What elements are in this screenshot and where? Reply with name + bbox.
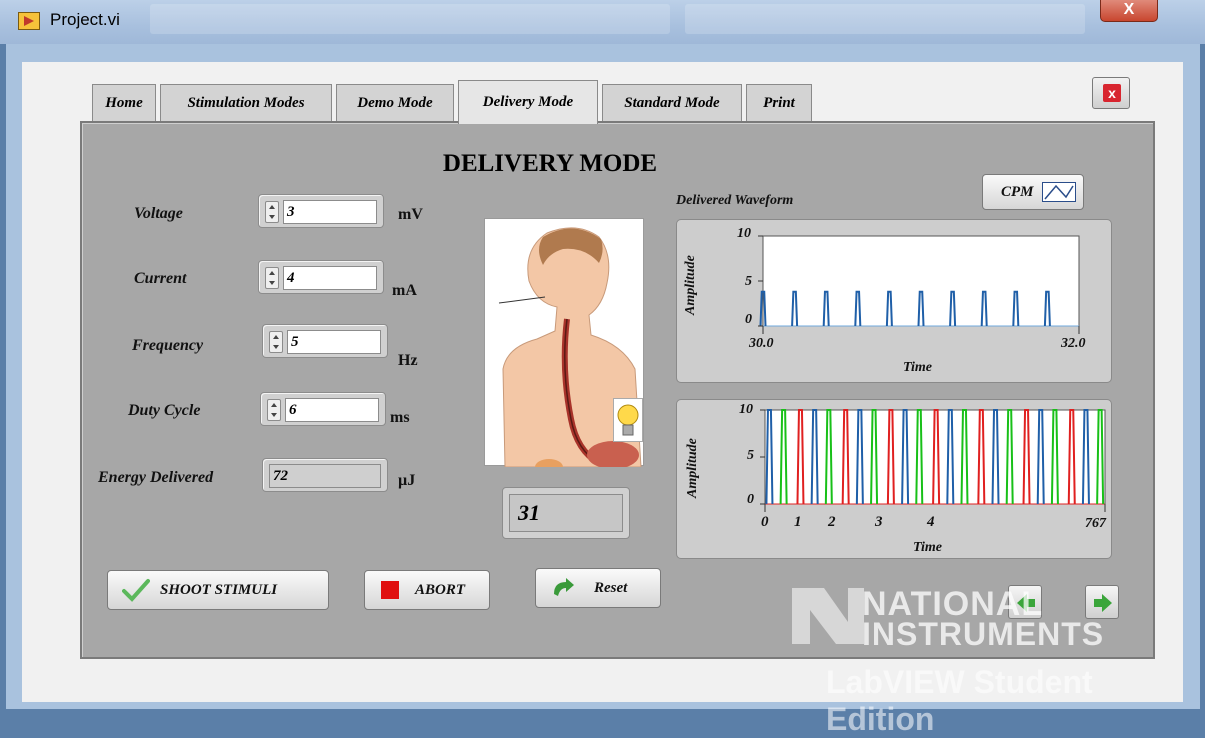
close-icon: x	[1103, 84, 1121, 102]
graph2-ytick-10: 10	[739, 402, 753, 417]
ni-logo-mark	[792, 588, 864, 644]
tab-home[interactable]: Home	[92, 84, 156, 122]
cpm-button[interactable]: CPM	[982, 174, 1084, 210]
reset-button[interactable]: Reset	[535, 568, 661, 608]
shoot-stimuli-button[interactable]: SHOOT STIMULI	[107, 570, 329, 610]
stop-square-icon	[381, 581, 399, 599]
current-input[interactable]: 4	[283, 266, 377, 290]
light-bulb-icon	[613, 398, 643, 442]
energy-unit: µJ	[398, 472, 416, 489]
graph2-xtick-1: 1	[794, 514, 802, 530]
watermark-edition: LabVIEW Student Edition	[826, 664, 1093, 737]
background-styles-ghost	[685, 4, 1085, 34]
graph1-ytick-5: 5	[745, 274, 752, 289]
graph1-xtick-start: 30.0	[749, 336, 774, 351]
duty-cycle-stepper[interactable]	[267, 399, 281, 421]
tab-delivery-mode[interactable]: Delivery Mode	[458, 80, 598, 124]
panel-close-button[interactable]: x	[1092, 77, 1130, 109]
graph2-ylabel: Amplitude	[685, 438, 700, 498]
window-title: Project.vi	[50, 10, 120, 29]
graph2-xtick-2: 2	[828, 514, 836, 530]
check-icon	[122, 579, 150, 602]
window-close-button[interactable]: X	[1100, 0, 1158, 22]
page-title: DELIVERY MODE	[442, 150, 658, 177]
energy-label: Energy Delivered	[98, 469, 214, 486]
voltage-stepper[interactable]	[265, 201, 279, 223]
frequency-stepper[interactable]	[269, 331, 283, 353]
watermark-brand-line2: INSTRUMENTS	[862, 616, 1105, 652]
graph1-ytick-0: 0	[745, 312, 752, 327]
frequency-label: Frequency	[132, 337, 204, 354]
cpm-label: CPM	[1001, 183, 1034, 200]
duty-cycle-unit: ms	[390, 409, 410, 426]
waveform-icon	[1041, 182, 1076, 202]
graph2-ytick-5: 5	[747, 448, 754, 463]
graph1-ytick-10: 10	[737, 226, 751, 241]
current-unit: mA	[392, 282, 417, 299]
right-arrow-icon	[1094, 594, 1112, 612]
window-titlebar	[0, 0, 1205, 44]
curved-arrow-icon	[554, 578, 574, 596]
delivered-waveform-graph: Time Amplitude 10 5 0 30.0 32.0	[676, 219, 1112, 383]
graph1-xlabel: Time	[903, 360, 933, 375]
tab-standard-mode[interactable]: Standard Mode	[602, 84, 742, 122]
abort-button[interactable]: ABORT	[364, 570, 490, 610]
current-label: Current	[134, 270, 187, 287]
voltage-input[interactable]: 3	[283, 200, 377, 224]
current-stepper[interactable]	[265, 267, 279, 289]
graph2-xlabel: Time	[913, 540, 943, 555]
voltage-unit: mV	[398, 206, 423, 223]
tab-demo-mode[interactable]: Demo Mode	[336, 84, 454, 122]
graph2-xtick-end: 767	[1085, 516, 1106, 531]
graph1-xtick-end: 32.0	[1061, 336, 1086, 351]
shoot-stimuli-label: SHOOT STIMULI	[160, 581, 278, 598]
plot-area	[762, 235, 1080, 327]
count-value: 31	[509, 494, 623, 532]
bulb-shape	[617, 404, 639, 436]
graph2-plot	[760, 409, 1106, 512]
next-button[interactable]	[1085, 585, 1119, 619]
duty-cycle-input[interactable]: 6	[285, 398, 379, 422]
count-indicator: 31	[502, 487, 630, 539]
energy-indicator: 72	[262, 458, 388, 492]
phase-waveform-graph: Time Amplitude 10 5 0 0 1 2 3 4 767	[676, 399, 1112, 559]
labview-vi-icon	[18, 12, 40, 30]
tab-stimulation-modes[interactable]: Stimulation Modes	[160, 84, 332, 122]
reset-label: Reset	[594, 579, 628, 596]
graph2-xtick-4: 4	[927, 514, 935, 530]
frequency-input[interactable]: 5	[287, 330, 381, 354]
frequency-control: 5	[262, 324, 388, 358]
graph2-xtick-0: 0	[761, 514, 769, 530]
graph1-plot	[758, 235, 1080, 334]
duty-cycle-label: Duty Cycle	[128, 402, 201, 419]
current-control: 4	[258, 260, 384, 294]
frequency-unit: Hz	[398, 352, 418, 369]
voltage-control: 3	[258, 194, 384, 228]
duty-cycle-control: 6	[260, 392, 386, 426]
graph1-title: Delivered Waveform	[676, 193, 794, 208]
graph2-ytick-0: 0	[747, 492, 754, 507]
abort-label: ABORT	[415, 581, 466, 598]
energy-value: 72	[269, 464, 381, 488]
tab-print[interactable]: Print	[746, 84, 812, 122]
graph2-xtick-3: 3	[875, 514, 883, 530]
voltage-label: Voltage	[134, 205, 183, 222]
graph1-ylabel: Amplitude	[683, 255, 698, 315]
background-toolbar-ghost	[150, 4, 670, 34]
